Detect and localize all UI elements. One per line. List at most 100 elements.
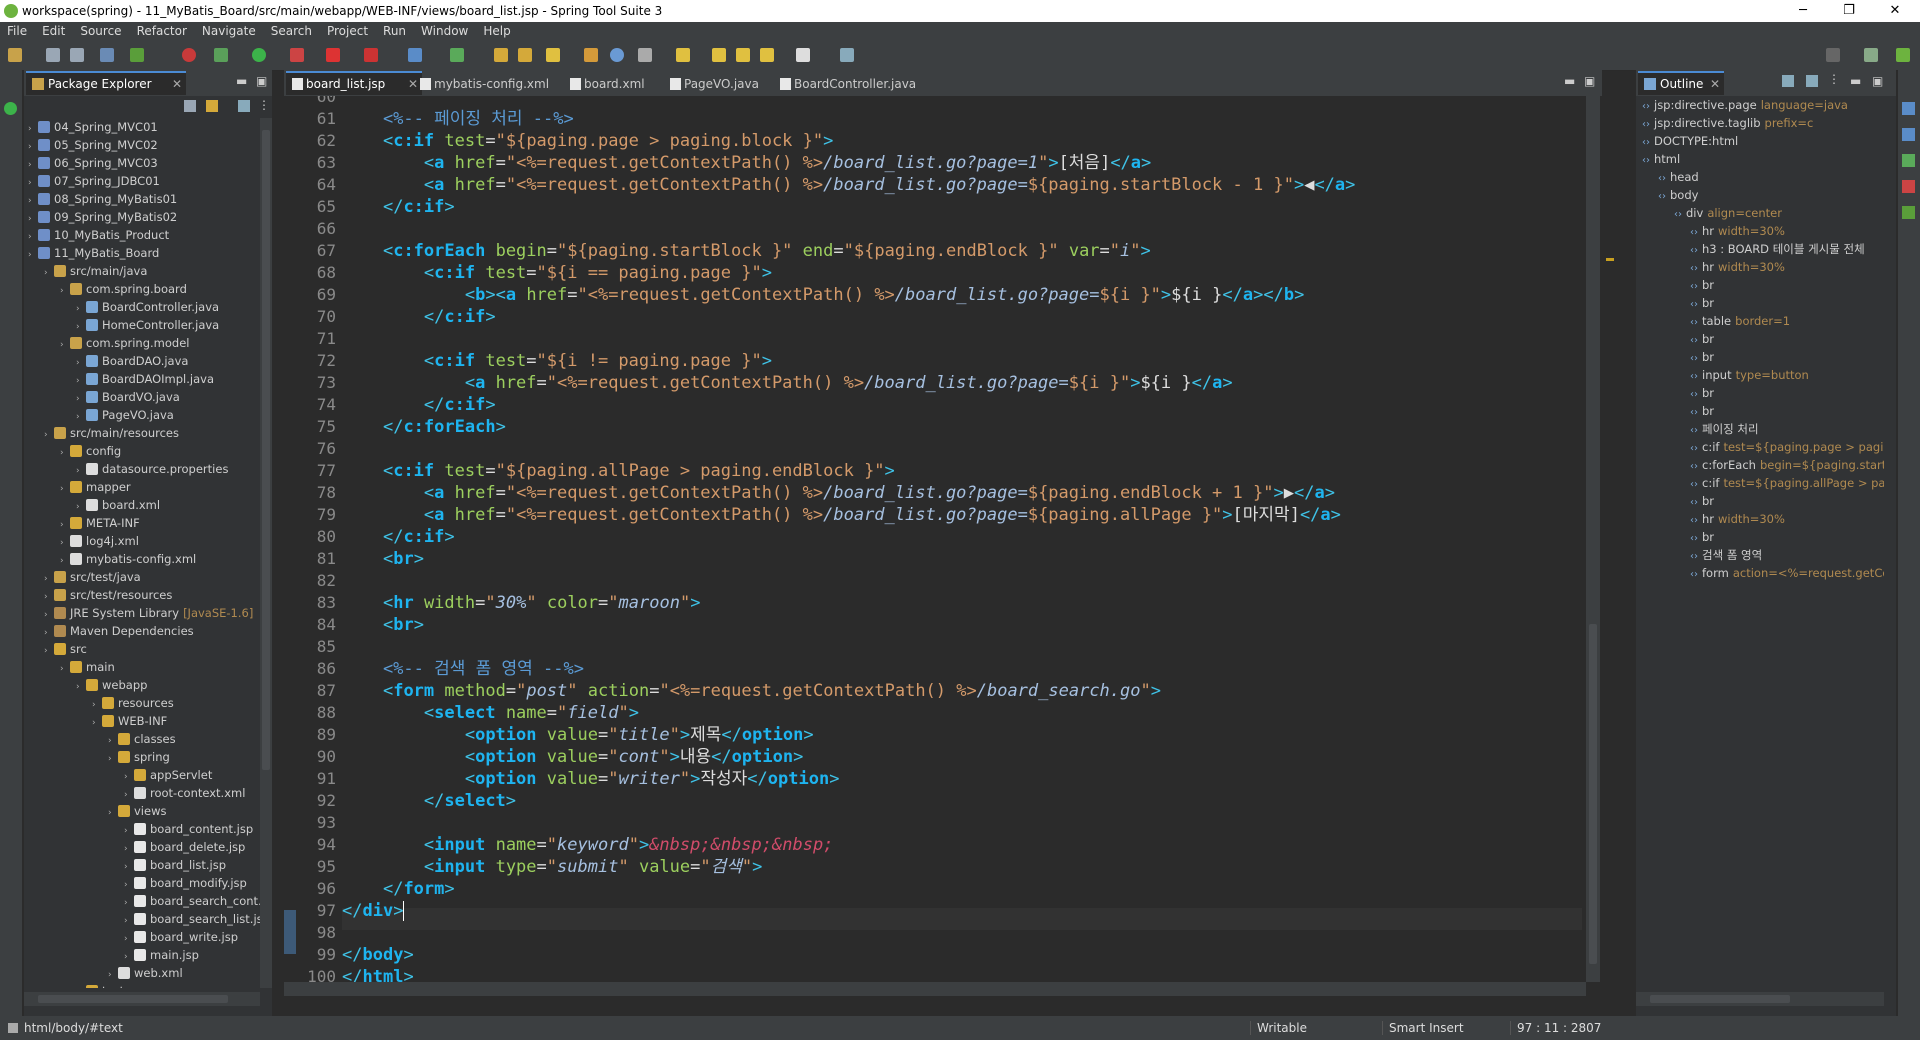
expand-arrow-icon[interactable]: › bbox=[60, 444, 70, 462]
outline-item[interactable]: ‹› DOCTYPE:html bbox=[1642, 132, 1738, 150]
tree-item[interactable]: › 06_Spring_MVC03 bbox=[28, 154, 158, 172]
menu-project[interactable]: Project bbox=[320, 22, 376, 38]
expand-arrow-icon[interactable]: › bbox=[60, 480, 70, 498]
filter-icon[interactable] bbox=[238, 100, 250, 112]
outline-item[interactable]: ‹› input type=button bbox=[1690, 366, 1809, 384]
menu-window[interactable]: Window bbox=[414, 22, 476, 38]
outline-item[interactable]: ‹› br bbox=[1690, 528, 1714, 546]
outline-item[interactable]: ‹› div align=center bbox=[1674, 204, 1782, 222]
link-with-editor-icon[interactable] bbox=[206, 100, 218, 112]
view-menu-icon[interactable]: ⋮ bbox=[258, 98, 270, 112]
annotation-icon[interactable] bbox=[638, 48, 652, 62]
menu-refactor[interactable]: Refactor bbox=[130, 22, 195, 38]
scroll-thumb[interactable] bbox=[38, 995, 228, 1003]
tree-item[interactable]: › com.spring.model bbox=[60, 334, 189, 352]
tree-item[interactable]: › spring bbox=[108, 748, 170, 766]
code-editor[interactable]: 60 61 62 63 64 65 66 67 68 69 70 71 72 73 74 75 76 77 78 79… bbox=[284, 96, 1602, 996]
maximize-editor-icon[interactable]: ▣ bbox=[1584, 74, 1595, 88]
tree-item[interactable]: › classes bbox=[108, 730, 176, 748]
tree-item[interactable]: › resources bbox=[92, 694, 174, 712]
tree-item[interactable]: › root-context.xml bbox=[124, 784, 245, 802]
outline-item[interactable]: ‹› jsp:directive.page language=java bbox=[1642, 96, 1848, 114]
minimize-editor-icon[interactable]: ▬ bbox=[1564, 74, 1575, 88]
tree-item[interactable]: › META-INF bbox=[60, 514, 140, 532]
debug-icon[interactable] bbox=[214, 48, 228, 62]
tree-item[interactable]: › BoardDAOImpl.java bbox=[76, 370, 214, 388]
console-icon[interactable] bbox=[1902, 154, 1915, 167]
outline-item[interactable]: ‹› br bbox=[1690, 348, 1714, 366]
tree-item[interactable]: › main.jsp bbox=[124, 946, 199, 964]
code-content[interactable]: <%-- 페이징 처리 --%> <c:if test="${paging.pa… bbox=[342, 96, 1582, 988]
package-vertical-scrollbar[interactable] bbox=[260, 118, 272, 988]
package-horizontal-scrollbar[interactable] bbox=[24, 992, 260, 1006]
expand-arrow-icon[interactable]: › bbox=[60, 660, 70, 678]
tree-item[interactable]: › src/test/java bbox=[44, 568, 141, 586]
pin-editor-icon[interactable] bbox=[840, 48, 854, 62]
outline-item[interactable]: ‹› 페이징 처리 bbox=[1690, 420, 1759, 438]
spring-boot-icon[interactable] bbox=[182, 48, 196, 62]
run-server-icon[interactable] bbox=[130, 48, 144, 62]
close-icon[interactable]: ✕ bbox=[1710, 73, 1720, 95]
expand-arrow-icon[interactable]: › bbox=[44, 642, 54, 660]
collapse-all-icon[interactable] bbox=[184, 100, 196, 112]
expand-arrow-icon[interactable]: › bbox=[44, 264, 54, 282]
expand-arrow-icon[interactable]: › bbox=[76, 678, 86, 696]
tree-item[interactable]: › src/main/resources bbox=[44, 424, 179, 442]
forward-icon[interactable] bbox=[796, 48, 810, 62]
tree-item[interactable]: › views bbox=[108, 802, 166, 820]
outline-item[interactable]: ‹› br bbox=[1690, 276, 1714, 294]
tree-item[interactable]: › webapp bbox=[76, 676, 147, 694]
editor-horizontal-scrollbar[interactable] bbox=[284, 982, 1586, 996]
scroll-thumb[interactable] bbox=[1650, 995, 1790, 1003]
coverage-icon[interactable] bbox=[364, 48, 378, 62]
link-editor-icon[interactable] bbox=[1806, 75, 1818, 87]
tree-item[interactable]: › 10_MyBatis_Product bbox=[28, 226, 169, 244]
outline-item[interactable]: ‹› c:forEach begin=${paging.startB bbox=[1690, 456, 1884, 474]
tab-boardcontroller-java[interactable]: BoardController.java bbox=[774, 73, 954, 95]
tree-item[interactable]: › BoardVO.java bbox=[76, 388, 180, 406]
maximize-button[interactable]: ❐ bbox=[1826, 0, 1872, 22]
outline-item[interactable]: ‹› br bbox=[1690, 330, 1714, 348]
tree-item[interactable]: › WEB-INF bbox=[92, 712, 167, 730]
editor-vertical-scrollbar[interactable] bbox=[1586, 96, 1600, 982]
tree-item[interactable]: › config bbox=[60, 442, 121, 460]
outline-item[interactable]: ‹› h3 : BOARD 테이블 게시물 전체 bbox=[1690, 240, 1865, 258]
menu-edit[interactable]: Edit bbox=[35, 22, 73, 38]
maximize-view-icon[interactable]: ▣ bbox=[1872, 74, 1883, 88]
expand-arrow-icon[interactable]: › bbox=[108, 750, 118, 768]
expand-arrow-icon[interactable]: › bbox=[108, 804, 118, 822]
outline-item[interactable]: ‹› head bbox=[1658, 168, 1699, 186]
tree-item[interactable]: › mapper bbox=[60, 478, 131, 496]
scroll-thumb[interactable] bbox=[262, 130, 270, 770]
expand-arrow-icon[interactable]: › bbox=[60, 282, 70, 300]
minimize-view-icon[interactable]: ▬ bbox=[1850, 74, 1861, 88]
menu-source[interactable]: Source bbox=[73, 22, 129, 38]
collapse-all-icon[interactable] bbox=[1782, 75, 1794, 87]
outline-item[interactable]: ‹› table border=1 bbox=[1690, 312, 1790, 330]
tree-item[interactable]: › Maven Dependencies bbox=[44, 622, 194, 640]
tree-item[interactable]: › 05_Spring_MVC02 bbox=[28, 136, 158, 154]
menu-navigate[interactable]: Navigate bbox=[195, 22, 264, 38]
back-history-icon[interactable] bbox=[712, 48, 726, 62]
tree-item[interactable]: › board_write.jsp bbox=[124, 928, 238, 946]
open-resource-icon[interactable] bbox=[518, 48, 532, 62]
stop-icon[interactable] bbox=[326, 48, 340, 62]
menu-file[interactable]: File bbox=[0, 22, 35, 38]
tree-item[interactable]: › HomeController.java bbox=[76, 316, 219, 334]
back-icon[interactable] bbox=[760, 48, 774, 62]
open-task-icon[interactable] bbox=[584, 48, 598, 62]
minimize-button[interactable]: ─ bbox=[1780, 0, 1826, 22]
outline-item[interactable]: ‹› hr width=30% bbox=[1690, 510, 1785, 528]
tree-item[interactable]: › main bbox=[60, 658, 115, 676]
spring-explorer-icon[interactable] bbox=[1902, 128, 1915, 141]
maximize-view-icon[interactable]: ▣ bbox=[256, 74, 267, 88]
tree-item[interactable]: › board_content.jsp bbox=[124, 820, 253, 838]
save-all-icon[interactable] bbox=[70, 48, 84, 62]
tree-item[interactable]: › com.spring.board bbox=[60, 280, 187, 298]
tree-item[interactable]: › board_search_list.js bbox=[124, 910, 260, 928]
expand-arrow-icon[interactable]: › bbox=[92, 714, 102, 732]
tab-mybatis-config-xml[interactable]: mybatis-config.xml bbox=[414, 73, 574, 95]
tree-item[interactable]: › BoardDAO.java bbox=[76, 352, 188, 370]
tree-item[interactable]: › 04_Spring_MVC01 bbox=[28, 118, 158, 136]
tree-item[interactable]: › BoardController.java bbox=[76, 298, 219, 316]
